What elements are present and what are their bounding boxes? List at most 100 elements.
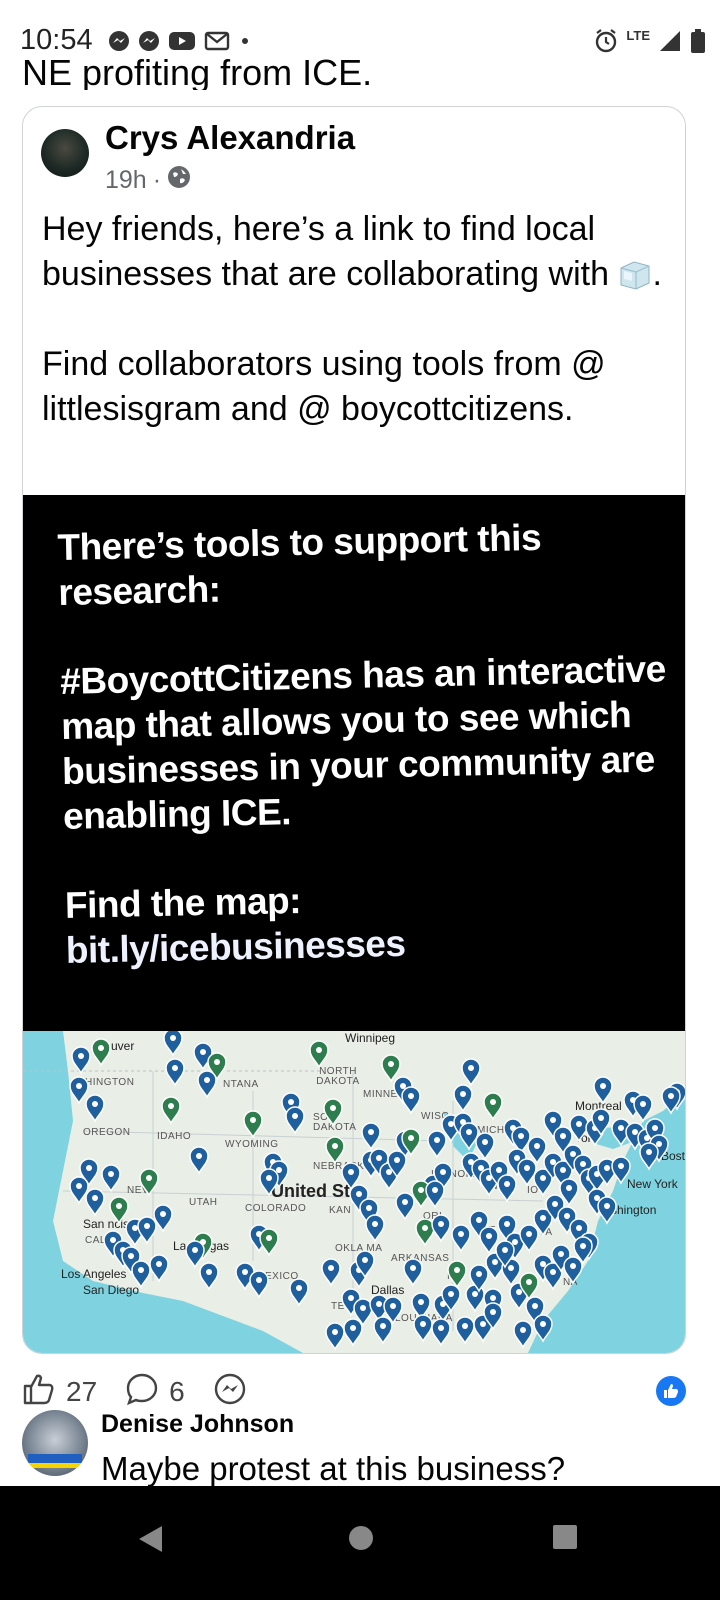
map-pin-icon[interactable] (289, 1278, 309, 1307)
comment-button[interactable]: 6 (125, 1372, 185, 1413)
map-pin-dot (472, 1291, 478, 1297)
map-pin-dot (560, 1133, 566, 1139)
commenter-name[interactable]: Denise Johnson (101, 1410, 294, 1439)
map-pin-icon[interactable] (401, 1086, 421, 1115)
map-pin-dot (448, 1291, 454, 1297)
map-pin-icon[interactable] (149, 1254, 169, 1283)
like-reaction-badge[interactable] (656, 1376, 686, 1406)
map-pin-icon[interactable] (513, 1320, 533, 1349)
map-pin-icon[interactable] (325, 1136, 345, 1165)
commenter-avatar[interactable] (22, 1410, 88, 1476)
map-pin-icon[interactable] (611, 1156, 631, 1185)
map-pin-icon[interactable] (425, 1180, 445, 1209)
map-pin-icon[interactable] (497, 1174, 517, 1203)
ice-businesses-map[interactable]: Winnipeg uver HINGTON NTANA NORTH DAKOTA… (23, 1031, 685, 1353)
map-pin-icon[interactable] (455, 1316, 475, 1345)
map-pin-dot (330, 1105, 336, 1111)
map-pin-icon[interactable] (465, 1284, 485, 1313)
map-pin-icon[interactable] (475, 1132, 495, 1161)
map-pin-icon[interactable] (361, 1122, 381, 1151)
map-pin-icon[interactable] (323, 1098, 343, 1127)
map-pin-icon[interactable] (189, 1146, 209, 1175)
map-pin-icon[interactable] (427, 1130, 447, 1159)
map-pin-icon[interactable] (185, 1240, 205, 1269)
map-pin-icon[interactable] (431, 1214, 451, 1243)
map-pin-icon[interactable] (459, 1122, 479, 1151)
map-pin-dot (486, 1233, 492, 1239)
map-pin-icon[interactable] (137, 1216, 157, 1245)
map-pin-icon[interactable] (85, 1094, 105, 1123)
map-pin-icon[interactable] (69, 1076, 89, 1105)
map-pin-icon[interactable] (633, 1094, 653, 1123)
map-pin-icon[interactable] (365, 1214, 385, 1243)
post-image[interactable]: There’s tools to support this research: … (23, 495, 685, 1031)
map-pin-icon[interactable] (285, 1106, 305, 1135)
map-pin-icon[interactable] (483, 1092, 503, 1121)
map-pin-dot (618, 1125, 624, 1131)
map-pin-icon[interactable] (395, 1192, 415, 1221)
map-pin-icon[interactable] (165, 1058, 185, 1087)
map-pin-icon[interactable] (259, 1228, 279, 1257)
map-pin-icon[interactable] (259, 1168, 279, 1197)
map-pin-icon[interactable] (153, 1204, 173, 1233)
map-pin-icon[interactable] (461, 1058, 481, 1087)
back-icon[interactable] (136, 1524, 166, 1559)
map-pin-icon[interactable] (451, 1224, 471, 1253)
map-pin-icon[interactable] (517, 1158, 537, 1187)
map-pin-icon[interactable] (91, 1038, 111, 1067)
map-pin-dot (410, 1265, 416, 1271)
home-icon[interactable] (347, 1524, 375, 1557)
map-pin-icon[interactable] (101, 1164, 121, 1193)
map-pin-dot (110, 1237, 116, 1243)
post-time[interactable]: 19h (105, 166, 147, 195)
map-pin-icon[interactable] (139, 1168, 159, 1197)
map-pin-icon[interactable] (453, 1084, 473, 1113)
map-pin-dot (580, 1161, 586, 1167)
map-pin-dot (566, 1185, 572, 1191)
map-pin-icon[interactable] (131, 1260, 151, 1289)
like-button[interactable]: 27 (22, 1372, 97, 1413)
recents-icon[interactable] (552, 1524, 578, 1555)
map-pin-icon[interactable] (343, 1318, 363, 1347)
map-pin-dot (432, 1187, 438, 1193)
map-pin-dot (394, 1157, 400, 1163)
map-pin-icon[interactable] (593, 1076, 613, 1105)
map-pin-icon[interactable] (597, 1196, 617, 1225)
map-pin-icon[interactable] (403, 1258, 423, 1287)
map-pin-icon[interactable] (161, 1096, 181, 1125)
map-pin-dot (558, 1251, 564, 1257)
map-pin-icon[interactable] (381, 1054, 401, 1083)
map-pin-icon[interactable] (199, 1262, 219, 1291)
map-pin-icon[interactable] (447, 1260, 467, 1289)
reactions-bar: 27 6 (22, 1372, 275, 1412)
map-pin-dot (652, 1125, 658, 1131)
previous-post-text: NE profiting from ICE. (22, 52, 373, 90)
map-pin-icon[interactable] (325, 1322, 345, 1351)
map-pin-icon[interactable] (163, 1031, 183, 1057)
map-pin-icon[interactable] (563, 1256, 583, 1285)
map-pin-icon[interactable] (243, 1110, 263, 1139)
author-avatar[interactable] (41, 129, 89, 177)
map-pin-icon[interactable] (109, 1196, 129, 1225)
map-pin-icon[interactable] (639, 1142, 659, 1171)
map-pin-icon[interactable] (413, 1314, 433, 1343)
map-pin-dot (420, 1321, 426, 1327)
map-pin-icon[interactable] (321, 1258, 341, 1287)
map-pin-icon[interactable] (69, 1176, 89, 1205)
map-pin-icon[interactable] (431, 1318, 451, 1347)
map-pin-icon[interactable] (197, 1070, 217, 1099)
map-pin-dot (376, 1301, 382, 1307)
post-card[interactable]: Crys Alexandria 19h · Hey friends, here’… (22, 106, 686, 1354)
map-pin-dot (368, 1129, 374, 1135)
share-button[interactable] (213, 1372, 247, 1413)
map-pin-icon[interactable] (309, 1040, 329, 1069)
map-pin-dot (458, 1231, 464, 1237)
map-pin-icon[interactable] (415, 1218, 435, 1247)
map-pin-icon[interactable] (533, 1314, 553, 1343)
map-pin-icon[interactable] (71, 1046, 91, 1075)
map-pin-icon[interactable] (85, 1188, 105, 1217)
map-pin-icon[interactable] (249, 1270, 269, 1299)
map-pin-icon[interactable] (373, 1316, 393, 1345)
author-name[interactable]: Crys Alexandria (105, 119, 355, 157)
comment-text: Maybe protest at this business? (101, 1450, 566, 1486)
